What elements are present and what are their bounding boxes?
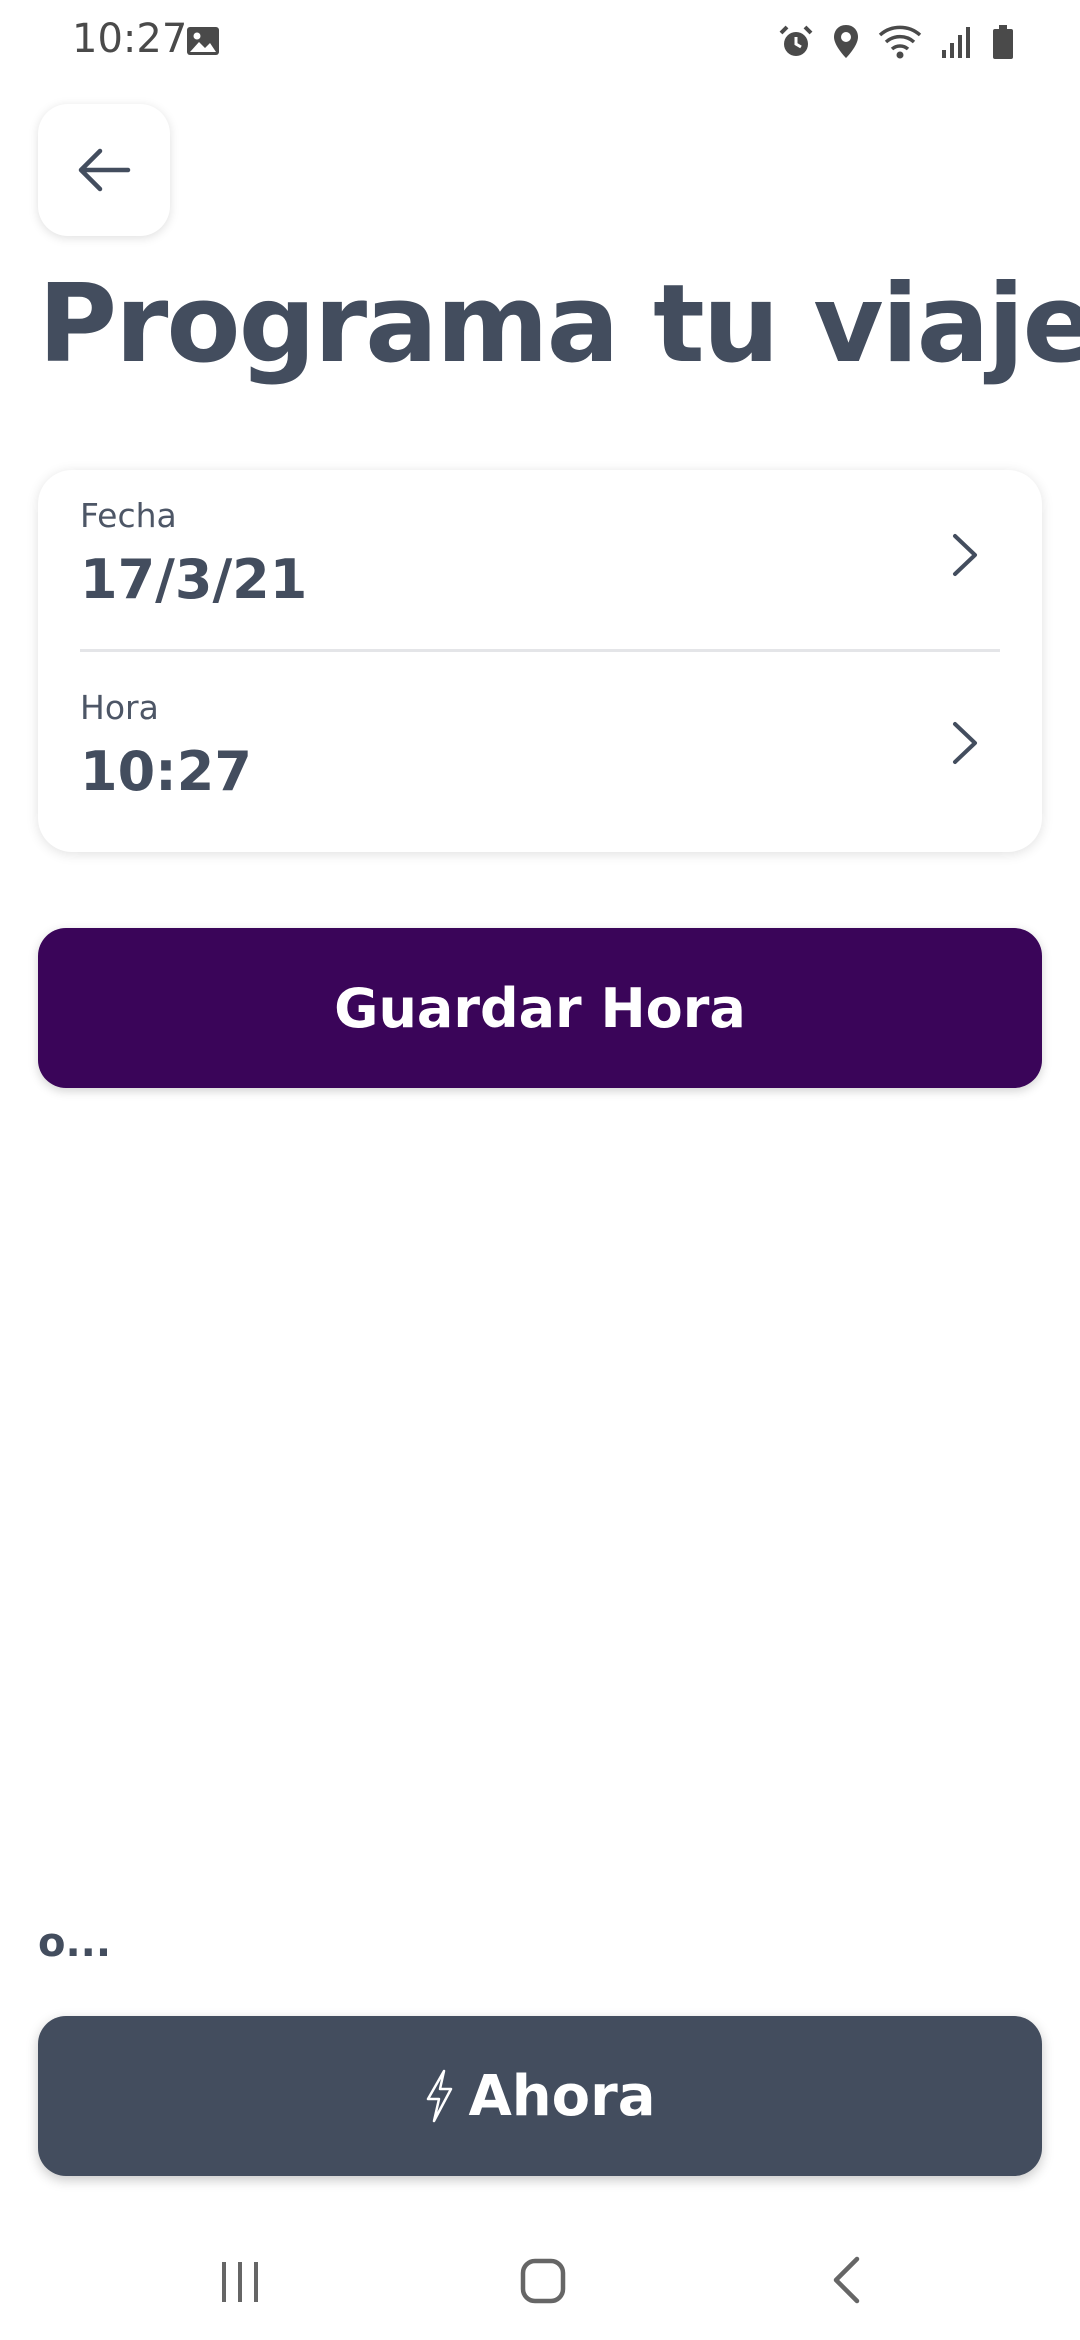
date-row[interactable]: Fecha 17/3/21	[38, 470, 1042, 650]
chevron-right-icon	[953, 534, 977, 576]
image-icon	[186, 26, 220, 60]
schedule-card: Fecha 17/3/21 Hora 10:27	[38, 470, 1042, 852]
save-time-label: Guardar Hora	[334, 976, 746, 1040]
alarm-icon	[779, 25, 813, 56]
date-label: Fecha	[80, 496, 177, 535]
or-label: o...	[38, 1920, 112, 1966]
battery-icon	[993, 25, 1013, 59]
chevron-right-icon	[953, 722, 977, 764]
status-icons	[778, 24, 1014, 60]
save-time-button[interactable]: Guardar Hora	[38, 928, 1042, 1088]
now-label: Ahora	[468, 2063, 656, 2129]
time-label: Hora	[80, 688, 159, 727]
recent-apps-icon[interactable]	[218, 2260, 262, 2304]
now-button[interactable]: Ahora	[38, 2016, 1042, 2176]
back-button[interactable]	[38, 104, 170, 236]
time-value: 10:27	[80, 740, 252, 803]
lightning-icon	[427, 2069, 453, 2123]
date-value: 17/3/21	[80, 548, 308, 611]
screen: 10:27 Programa tu viaje Fecha 17/3/21 Ho…	[0, 0, 1080, 2340]
signal-icon	[942, 27, 970, 58]
home-icon[interactable]	[520, 2258, 566, 2304]
back-icon[interactable]	[830, 2256, 862, 2304]
page-title: Programa tu viaje	[38, 262, 1080, 387]
time-row[interactable]: Hora 10:27	[38, 650, 1042, 830]
navigation-bar	[0, 2220, 1080, 2340]
status-time: 10:27	[72, 16, 188, 62]
status-bar: 10:27	[0, 0, 1080, 86]
location-icon	[834, 25, 858, 58]
wifi-icon	[878, 25, 922, 59]
arrow-left-icon	[78, 148, 131, 192]
